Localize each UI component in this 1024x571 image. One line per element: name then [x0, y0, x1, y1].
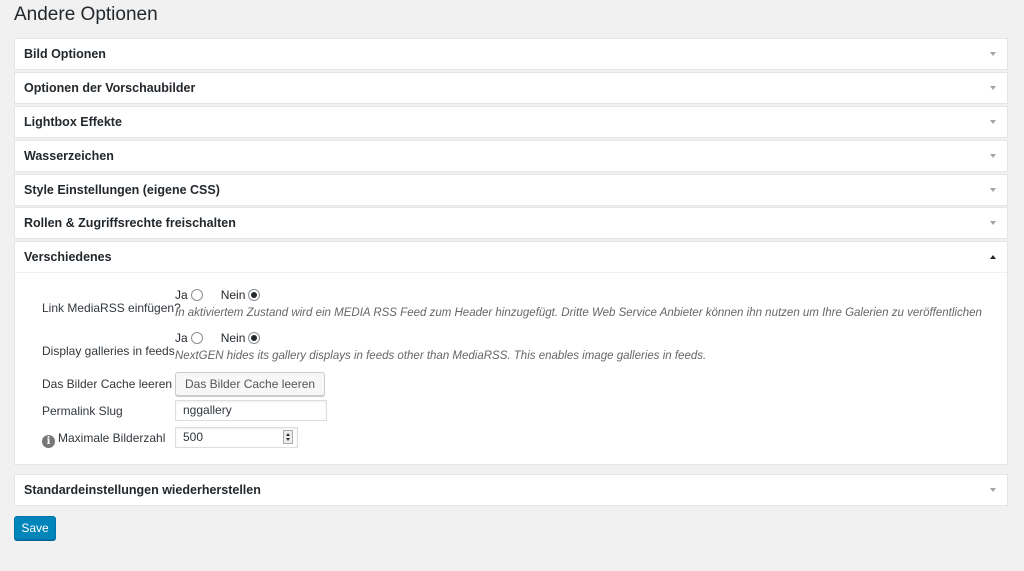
max-images-row-label: i Maximale Bilderzahl — [42, 431, 165, 448]
section-header[interactable]: Optionen der Vorschaubilder — [15, 73, 1007, 103]
chevron-down-icon — [990, 52, 996, 56]
feeds-label: Display galleries in feeds — [42, 344, 175, 358]
permalink-slug-input[interactable]: nggallery — [175, 400, 327, 421]
max-images-label: Maximale Bilderzahl — [58, 431, 166, 445]
chevron-down-icon — [990, 86, 996, 90]
section-header[interactable]: Lightbox Effekte — [15, 107, 1007, 137]
section-body: Link MediaRSS einfügen? Ja Nein In aktiv… — [15, 272, 1007, 464]
feeds-yes-radio[interactable] — [190, 332, 203, 344]
feeds-description: NextGEN hides its gallery displays in fe… — [175, 350, 707, 362]
section-bild-optionen[interactable]: Bild Optionen — [14, 38, 1008, 70]
section-verschiedenes: Verschiedenes Link MediaRSS einfügen? Ja… — [14, 241, 1008, 465]
section-title: Rollen & Zugriffsrechte freischalten — [24, 216, 236, 230]
mediarss-label: Link MediaRSS einfügen? — [42, 301, 181, 315]
max-images-value: 500 — [183, 430, 204, 444]
clear-cache-button[interactable]: Das Bilder Cache leeren — [175, 372, 326, 396]
cache-label: Das Bilder Cache leeren — [42, 377, 173, 391]
save-button[interactable]: Save — [14, 516, 56, 540]
mediarss-yes-radio[interactable] — [190, 289, 203, 301]
feeds-radio-group: Ja Nein — [175, 331, 261, 345]
section-title: Style Einstellungen (eigene CSS) — [24, 183, 220, 197]
section-header[interactable]: Wasserzeichen — [15, 141, 1007, 171]
section-header[interactable]: Style Einstellungen (eigene CSS) — [15, 175, 1007, 205]
feeds-yes-label: Ja — [175, 331, 188, 345]
section-standardeinstellungen[interactable]: Standardeinstellungen wiederherstellen — [14, 474, 1008, 506]
section-vorschaubilder[interactable]: Optionen der Vorschaubilder — [14, 72, 1008, 104]
section-title: Verschiedenes — [24, 250, 112, 264]
chevron-down-icon — [990, 154, 996, 158]
mediarss-no-label: Nein — [220, 288, 246, 302]
spin-down-icon[interactable] — [286, 438, 290, 441]
section-rollen[interactable]: Rollen & Zugriffsrechte freischalten — [14, 207, 1008, 239]
section-header[interactable]: Bild Optionen — [15, 39, 1007, 69]
section-title: Standardeinstellungen wiederherstellen — [24, 483, 261, 497]
section-title: Optionen der Vorschaubilder — [24, 81, 196, 95]
feeds-no-radio[interactable] — [248, 332, 261, 344]
section-style[interactable]: Style Einstellungen (eigene CSS) — [14, 174, 1008, 206]
section-header[interactable]: Verschiedenes — [15, 242, 1007, 272]
section-title: Bild Optionen — [24, 47, 106, 61]
chevron-down-icon — [990, 120, 996, 124]
chevron-down-icon — [990, 221, 996, 225]
page-title: Andere Optionen — [14, 4, 158, 25]
info-icon[interactable]: i — [42, 435, 55, 448]
section-lightbox[interactable]: Lightbox Effekte — [14, 106, 1008, 138]
max-images-input[interactable]: 500 — [175, 427, 298, 448]
mediarss-description: In aktiviertem Zustand wird ein MEDIA RS… — [175, 307, 982, 319]
number-stepper[interactable] — [283, 430, 293, 444]
slug-label: Permalink Slug — [42, 404, 123, 418]
section-header[interactable]: Rollen & Zugriffsrechte freischalten — [15, 208, 1007, 238]
section-title: Wasserzeichen — [24, 149, 114, 163]
chevron-up-icon — [990, 255, 996, 259]
chevron-down-icon — [990, 488, 996, 492]
mediarss-no-radio[interactable] — [248, 289, 261, 301]
spin-up-icon[interactable] — [286, 433, 290, 436]
section-title: Lightbox Effekte — [24, 115, 122, 129]
section-wasserzeichen[interactable]: Wasserzeichen — [14, 140, 1008, 172]
mediarss-radio-group: Ja Nein — [175, 288, 261, 302]
feeds-no-label: Nein — [220, 331, 246, 345]
mediarss-yes-label: Ja — [175, 288, 188, 302]
section-header[interactable]: Standardeinstellungen wiederherstellen — [15, 475, 1007, 505]
chevron-down-icon — [990, 188, 996, 192]
